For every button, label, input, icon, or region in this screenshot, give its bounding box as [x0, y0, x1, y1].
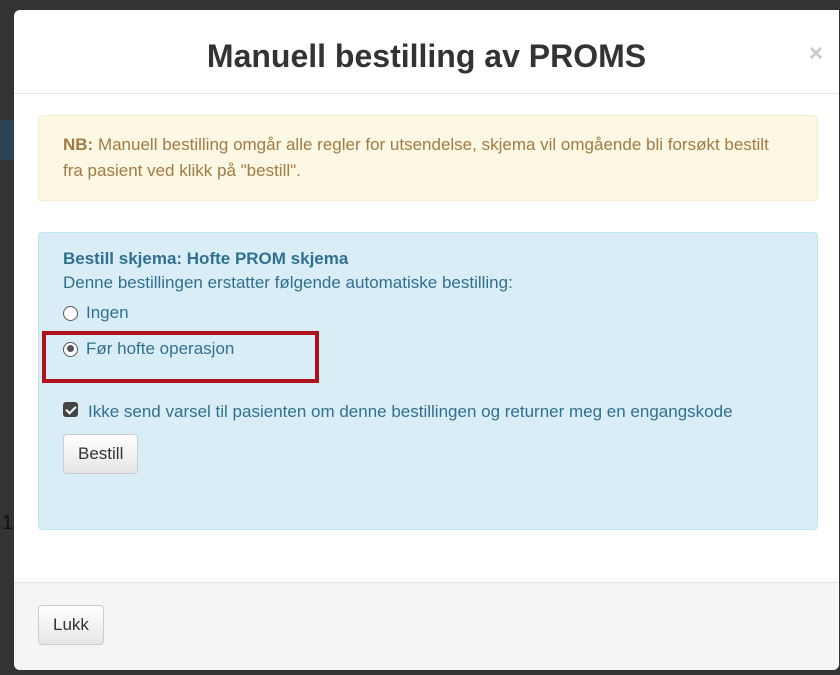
warning-text: Manuell bestilling omgår alle regler for… [63, 135, 769, 180]
background-strip [0, 120, 14, 160]
order-form-panel: Bestill skjema: Hofte PROM skjema Denne … [38, 232, 818, 530]
close-icon[interactable]: × [805, 42, 827, 66]
highlight-annotation-box [42, 331, 319, 383]
dialog-header: Manuell bestilling av PROMS × [14, 10, 839, 94]
checkbox-label[interactable]: Ikke send varsel til pasienten om denne … [88, 397, 788, 426]
warning-label: NB: [63, 135, 94, 154]
close-dialog-button[interactable]: Lukk [38, 605, 104, 645]
order-form-description: Denne bestillingen erstatter følgende au… [63, 273, 513, 292]
order-form-heading: Bestill skjema: Hofte PROM skjema [63, 249, 349, 268]
background-partial-text: 1 [2, 512, 14, 534]
no-notice-checkbox-row[interactable]: Ikke send varsel til pasienten om denne … [63, 397, 793, 426]
order-dialog: Manuell bestilling av PROMS × NB: Manuel… [14, 10, 839, 670]
radio-button[interactable] [63, 305, 78, 321]
radio-label[interactable]: Ingen [86, 301, 129, 325]
radio-option-ingen[interactable]: Ingen [63, 301, 793, 325]
order-button[interactable]: Bestill [63, 434, 139, 474]
warning-alert: NB: Manuell bestilling omgår alle regler… [38, 115, 818, 201]
dialog-title: Manuell bestilling av PROMS [206, 38, 647, 74]
dialog-footer: Lukk [14, 582, 839, 670]
checkbox-checked-icon[interactable] [63, 402, 78, 417]
